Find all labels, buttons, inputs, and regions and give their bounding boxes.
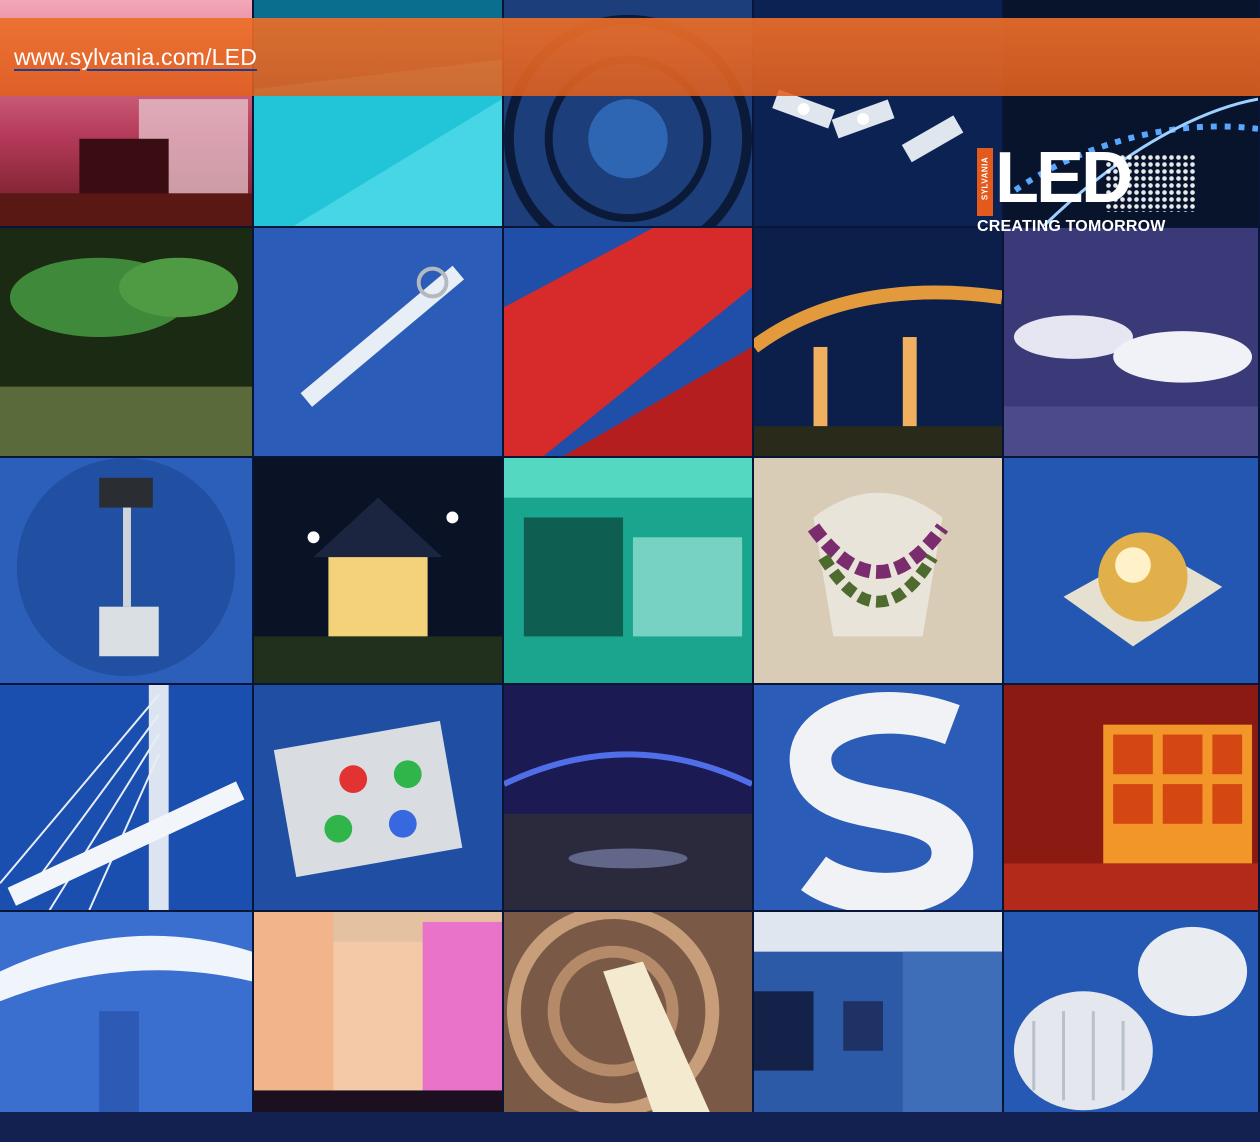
photo-bridge-night [754,228,1004,458]
photo-high-bay-fixture [0,458,254,685]
sylvania-led-logo: SYLVANIA LED CREATING TOMORROW [977,142,1197,238]
dot-matrix-icon [1105,154,1197,212]
website-url-link[interactable]: www.sylvania.com/LED [14,44,257,71]
photo-colored-facade [254,912,504,1142]
photo-red-lounge [1004,685,1260,912]
photo-necklace-display [754,458,1004,685]
photo-led-heat-sink-lamps [1004,912,1260,1142]
photo-led-chip [1004,458,1260,685]
photo-green-lobby [504,458,754,685]
photo-banquet-hall [1004,228,1260,458]
photo-spiral-atrium [504,912,754,1142]
photo-green-canopy [0,228,254,458]
photo-hallway-downlights [754,912,1004,1142]
photo-rgb-led-boards [254,685,504,912]
photo-channel-letter-s [754,685,1004,912]
brand-name: SYLVANIA [980,156,990,201]
photo-white-curved-architecture [0,912,254,1142]
photo-red-channel-letters [504,228,754,458]
logo-tagline: CREATING TOMORROW [977,218,1166,235]
photo-led-strip-ring [254,228,504,458]
bottom-bar [0,1112,1260,1142]
photo-cable-stayed-bridge [0,685,254,912]
photo-blue-tunnel [504,685,754,912]
photo-building-night [254,458,504,685]
